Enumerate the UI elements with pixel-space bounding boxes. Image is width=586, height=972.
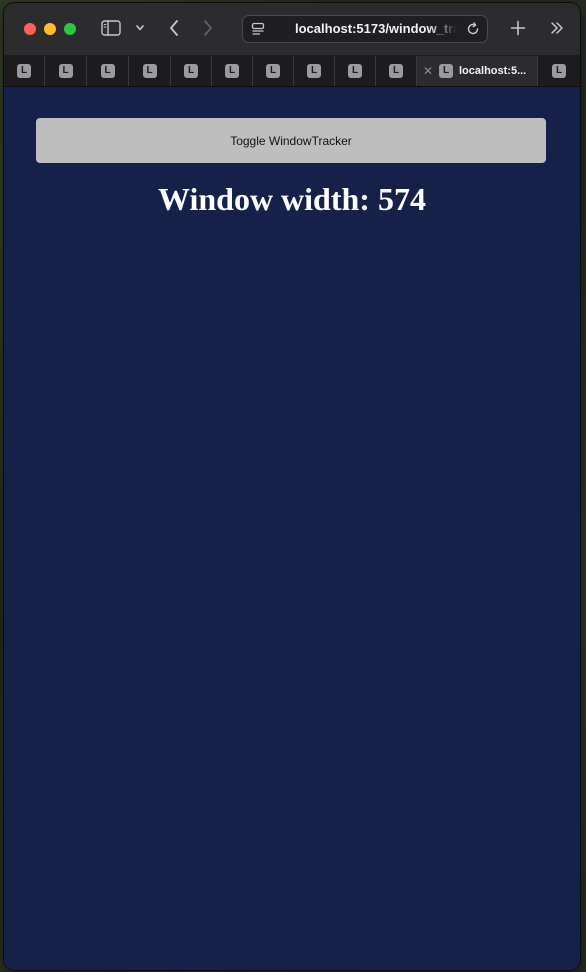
favicon: L xyxy=(389,64,403,78)
tab[interactable]: L xyxy=(335,56,376,86)
tab[interactable]: L xyxy=(212,56,253,86)
tab[interactable]: L xyxy=(87,56,129,86)
browser-window: localhost:5173/window_tracker L xyxy=(4,3,580,970)
active-tab[interactable]: ✕ L localhost:5... xyxy=(417,56,538,86)
favicon: L xyxy=(100,64,115,78)
close-window-button[interactable] xyxy=(24,23,36,35)
favicon: L xyxy=(307,64,321,78)
chevron-left-icon[interactable] xyxy=(166,17,182,39)
reload-icon[interactable] xyxy=(465,21,481,37)
favicon: L xyxy=(142,64,157,78)
favicon: L xyxy=(17,64,31,78)
favicon: L xyxy=(266,64,280,78)
favicon: L xyxy=(58,64,73,78)
minimize-window-button[interactable] xyxy=(44,23,56,35)
browser-toolbar: localhost:5173/window_tracker xyxy=(4,3,580,56)
toggle-window-tracker-button[interactable]: Toggle WindowTracker xyxy=(36,118,546,163)
favicon: L xyxy=(184,64,198,78)
double-chevron-right-icon[interactable] xyxy=(548,19,566,37)
favicon: L xyxy=(552,64,566,78)
favicon: L xyxy=(439,64,453,78)
tab[interactable]: L xyxy=(129,56,171,86)
tab-bar: L L L L L L L L L L ✕ L localhost:5... L xyxy=(4,56,580,87)
tab[interactable]: L xyxy=(45,56,87,86)
tab[interactable]: L xyxy=(294,56,335,86)
page-icon[interactable] xyxy=(251,22,265,36)
tab-title: localhost:5... xyxy=(459,65,527,77)
plus-icon[interactable] xyxy=(508,17,528,39)
tab[interactable]: L xyxy=(171,56,212,86)
close-icon[interactable]: ✕ xyxy=(423,64,433,78)
tab[interactable]: L xyxy=(538,56,580,86)
url-text[interactable]: localhost:5173/window_tracker xyxy=(295,21,457,39)
tab[interactable]: L xyxy=(253,56,294,86)
chevron-down-icon[interactable] xyxy=(134,21,146,35)
tab[interactable]: L xyxy=(376,56,417,86)
favicon: L xyxy=(348,64,362,78)
zoom-window-button[interactable] xyxy=(64,23,76,35)
page-content: Toggle WindowTracker Window width: 574 xyxy=(4,87,580,970)
tab[interactable]: L xyxy=(4,56,45,86)
favicon: L xyxy=(225,64,239,78)
address-bar[interactable]: localhost:5173/window_tracker xyxy=(242,15,488,43)
window-width-heading: Window width: 574 xyxy=(158,181,426,217)
chevron-right-icon[interactable] xyxy=(200,17,216,39)
sidebar-icon[interactable] xyxy=(100,18,122,38)
